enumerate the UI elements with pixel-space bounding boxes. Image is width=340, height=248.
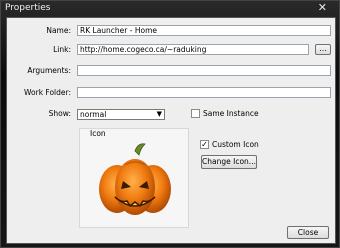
title-bar[interactable]: Properties ✕ [1, 1, 339, 17]
link-input[interactable]: http://home.cogeco.ca/~raduking [77, 44, 309, 55]
close-button[interactable]: Close [287, 226, 329, 239]
arguments-input[interactable] [77, 65, 331, 76]
name-label: Name: [46, 26, 71, 35]
custom-icon-checkbox[interactable]: ✓ [200, 140, 209, 149]
arguments-label: Arguments: [27, 66, 71, 75]
show-select[interactable]: normal ▼ [77, 109, 165, 120]
chevron-down-icon[interactable]: ▼ [157, 110, 162, 119]
browse-button[interactable]: ... [315, 44, 331, 55]
show-select-value: normal [80, 110, 107, 119]
icon-group-label: Icon [90, 129, 106, 138]
dialog-client-area: Name: RK Launcher - Home Link: http://ho… [6, 17, 336, 244]
icon-preview-group: Icon [79, 128, 189, 228]
same-instance-label: Same Instance [203, 109, 259, 118]
link-label: Link: [53, 45, 71, 54]
properties-window: Properties ✕ Name: RK Launcher - Home Li… [0, 0, 340, 248]
window-title: Properties [5, 3, 51, 13]
pumpkin-icon [99, 143, 171, 215]
workfolder-input[interactable] [77, 87, 331, 98]
workfolder-label: Work Folder: [24, 88, 71, 97]
custom-icon-label: Custom Icon [212, 140, 259, 149]
same-instance-checkbox[interactable] [191, 109, 200, 118]
change-icon-button[interactable]: Change Icon... [201, 155, 257, 169]
name-input[interactable]: RK Launcher - Home [77, 25, 331, 36]
close-icon[interactable]: ✕ [318, 2, 327, 14]
show-label: Show: [48, 109, 71, 118]
